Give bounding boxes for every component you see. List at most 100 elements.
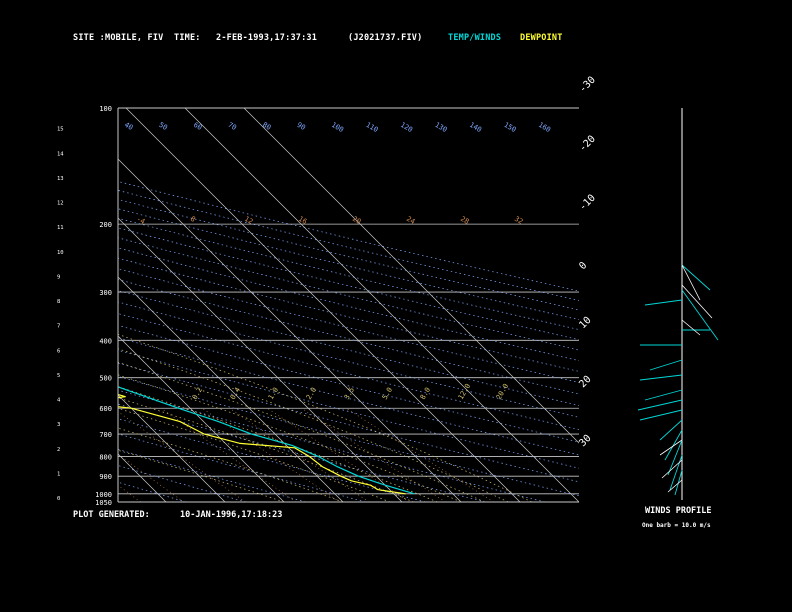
height-tick-label: 6 <box>57 348 60 354</box>
isotherm-line <box>125 108 521 502</box>
pressure-tick-label: 500 <box>99 375 112 383</box>
right-temperature-label: 10 <box>577 315 593 331</box>
pressure-tick-label: 100 <box>99 105 112 113</box>
height-tick-label: 8 <box>57 299 60 305</box>
wind-barb-lower <box>667 479 683 493</box>
dry-adiabat-line <box>118 403 486 502</box>
dry-adiabat-line <box>118 389 546 502</box>
isotherm-line <box>118 453 167 502</box>
isotherm-line <box>118 394 226 502</box>
wind-barb <box>659 419 683 441</box>
winds-profile-label: WINDS PROFILE <box>645 506 712 516</box>
isotherm-line <box>0 108 107 502</box>
dry-adiabat-line <box>118 279 579 395</box>
plot-area <box>0 108 579 502</box>
wind-barb-upper <box>681 284 713 319</box>
pressure-tick-label: 700 <box>99 431 112 439</box>
moist-adiabat-line <box>118 334 532 502</box>
dry-adiabat-line <box>118 349 579 469</box>
dry-adiabat-label: 70 <box>227 121 238 132</box>
mixing-ratio-label: 2.0 <box>305 386 318 401</box>
dry-adiabat-line <box>118 181 579 292</box>
dry-adiabat-line <box>118 325 579 443</box>
height-tick-label: 13 <box>57 176 64 182</box>
mixing-ratio-line <box>118 484 141 502</box>
pressure-tick-label: 400 <box>99 337 112 345</box>
height-tick-label: 11 <box>57 225 64 231</box>
dry-adiabat-line <box>118 301 579 418</box>
dry-adiabat-label: 60 <box>192 121 203 132</box>
moist-adiabat-line <box>118 449 285 502</box>
moist-adiabat-line <box>118 386 438 502</box>
pressure-tick-label: 300 <box>99 289 112 297</box>
moist-adiabat-line <box>118 397 414 502</box>
pressure-tick-label: 800 <box>99 453 112 461</box>
mixing-ratio-label: 8.0 <box>419 386 432 401</box>
mixing-ratio-label: 0.2 <box>191 386 204 401</box>
isotherm-line <box>184 108 579 502</box>
pressure-tick-label: 1000 <box>95 491 112 499</box>
wind-barb <box>681 289 719 341</box>
isotherm-line <box>118 276 344 502</box>
wind-barb <box>644 299 683 306</box>
barb-scale-note: One barb = 10.0 m/s <box>642 522 711 529</box>
height-tick-label: 10 <box>57 250 64 256</box>
pressure-tick-label: 900 <box>99 473 112 481</box>
dry-adiabat-label: 160 <box>537 121 552 134</box>
dry-adiabat-label: 80 <box>261 121 272 132</box>
wind-barb <box>639 409 683 421</box>
dry-adiabat-line <box>118 465 247 502</box>
height-tick-label: 4 <box>57 398 61 404</box>
right-temperature-label: 20 <box>577 374 593 390</box>
dry-adiabat-line <box>118 290 579 406</box>
mixing-ratio-label: 5.0 <box>381 386 394 401</box>
dry-adiabat-line <box>118 362 579 483</box>
height-tick-label: 5 <box>57 373 60 379</box>
dry-adiabat-label: 130 <box>434 121 449 134</box>
height-tick-label: 2 <box>57 447 60 453</box>
moist-adiabat-line <box>118 427 344 502</box>
moist-adiabat-line <box>118 374 462 502</box>
dry-adiabat-line <box>118 268 579 383</box>
dry-adiabat-label: 40 <box>123 121 134 132</box>
wind-barb <box>639 374 683 381</box>
right-temperature-label: 0 <box>577 260 589 272</box>
wind-barb <box>681 264 711 291</box>
dry-adiabat-label: 140 <box>468 121 483 134</box>
right-temperature-label: -20 <box>577 134 598 155</box>
isotherm-line <box>0 108 48 502</box>
dry-adiabat-line <box>118 199 579 311</box>
right-temperature-label: -30 <box>577 75 598 96</box>
dry-adiabat-label: 110 <box>365 121 380 134</box>
isotherm-line <box>118 158 462 502</box>
mixing-ratio-line <box>346 407 494 502</box>
mixing-ratio-line <box>201 407 340 502</box>
mixing-ratio-label: 3.5 <box>343 386 356 401</box>
height-tick-label: 12 <box>57 201 64 207</box>
dry-adiabat-label: 50 <box>158 121 169 132</box>
moist-adiabat-line <box>118 348 509 502</box>
dry-adiabat-label: 100 <box>330 121 345 134</box>
dry-adiabat-label: 90 <box>296 121 307 132</box>
right-temperature-label: 30 <box>577 433 593 449</box>
dry-adiabat-line <box>118 227 579 341</box>
height-tick-label: 3 <box>57 422 60 428</box>
dry-adiabat-line <box>118 448 306 502</box>
dry-adiabat-line <box>118 433 366 502</box>
pressure-tick-label: 600 <box>99 405 112 413</box>
height-tick-label: 9 <box>57 274 60 280</box>
skew-t-diagram: 1002003004005006007008009001000105001234… <box>0 75 719 507</box>
wind-barb <box>664 429 683 461</box>
mixing-ratio-label: 20.0 <box>495 382 510 401</box>
dry-adiabat-line <box>118 237 579 351</box>
height-tick-label: 7 <box>57 324 60 330</box>
dry-adiabat-line <box>118 208 579 320</box>
dewpoint-trace <box>118 393 406 495</box>
pressure-tick-label: 200 <box>99 221 112 229</box>
wind-barb <box>644 389 683 401</box>
mixing-ratio-label: 12.0 <box>457 382 472 401</box>
plot-generated-value: 10-JAN-1996,17:18:23 <box>180 510 283 520</box>
wind-barb-lower <box>661 459 683 479</box>
right-temperature-label: -10 <box>577 193 598 214</box>
wind-barb <box>637 399 683 411</box>
